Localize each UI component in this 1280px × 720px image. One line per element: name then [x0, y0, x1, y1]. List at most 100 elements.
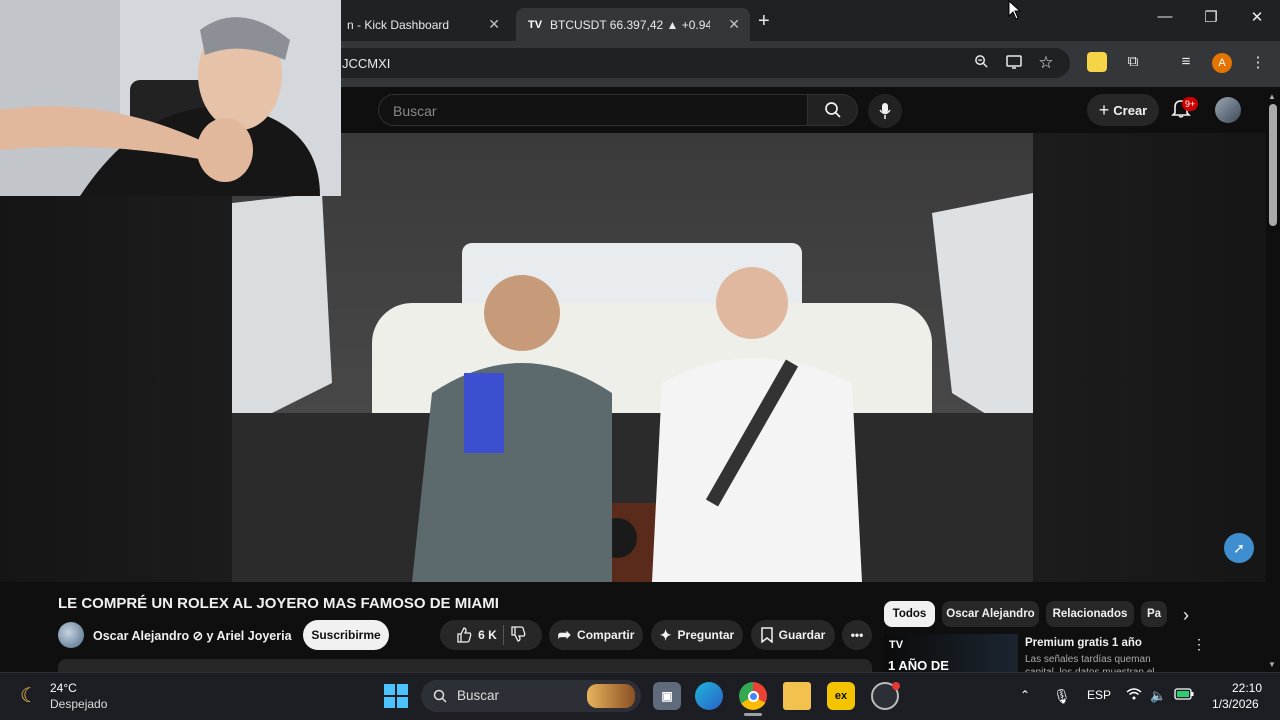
clock-time[interactable]: 22:10	[1232, 681, 1262, 695]
subscribe-button[interactable]: Suscribirme	[303, 620, 389, 650]
share-icon: ➦	[557, 627, 572, 644]
tradingview-logo: TV	[889, 639, 904, 651]
share-label: Compartir	[577, 628, 635, 642]
scrollbar-thumb[interactable]	[1269, 104, 1277, 226]
ad-thumbnail-text: 1 AÑO DE	[888, 658, 949, 673]
chevron-right-icon[interactable]: ›	[1176, 605, 1196, 626]
share-button[interactable]: ➦ Compartir	[549, 620, 643, 650]
minimize-button[interactable]: —	[1150, 8, 1180, 25]
webcam-image	[0, 0, 341, 196]
plus-icon: +	[1098, 99, 1110, 120]
url-text: JCCMXI	[342, 56, 391, 71]
weather-description[interactable]: Despejado	[50, 697, 107, 711]
webcam-overlay	[0, 0, 341, 196]
ask-label: Preguntar	[677, 628, 735, 642]
zoom-icon[interactable]	[970, 54, 992, 73]
more-vertical-icon[interactable]: ⋮	[1192, 636, 1206, 653]
clock-date[interactable]: 1/3/2026	[1212, 697, 1259, 711]
exness-app-icon[interactable]: ex	[827, 682, 855, 710]
tradingview-icon: TV	[527, 18, 543, 31]
search-placeholder: Buscar	[393, 103, 437, 119]
like-count: 6 K	[478, 628, 497, 642]
search-input[interactable]: Buscar	[378, 94, 808, 126]
moon-icon[interactable]: ☾	[20, 683, 38, 708]
dislike-button[interactable]	[510, 625, 526, 645]
bookmark-icon	[760, 627, 773, 643]
ad-thumbnail[interactable]: TV 1 AÑO DE	[884, 634, 1018, 674]
ask-button[interactable]: ✦ Preguntar	[651, 620, 743, 650]
tab-title: n - Kick Dashboard	[347, 17, 450, 32]
microphone-icon	[879, 103, 891, 119]
windows-start-button[interactable]	[384, 684, 408, 708]
sparkle-icon: ✦	[659, 626, 672, 643]
language-indicator[interactable]: ESP	[1087, 688, 1111, 702]
save-button[interactable]: Guardar	[751, 620, 835, 650]
taskbar-search[interactable]: Buscar	[421, 680, 641, 712]
divider	[502, 625, 504, 645]
search-icon	[433, 689, 447, 703]
search-icon	[824, 102, 841, 118]
media-control-icon[interactable]: ≡	[1175, 53, 1197, 70]
create-label: Crear	[1113, 102, 1148, 118]
tab-title: BTCUSDT 66.397,42 ▲ +0.94% S	[550, 17, 710, 32]
wifi-icon[interactable]	[1126, 688, 1142, 703]
more-actions-button[interactable]: •••	[842, 620, 872, 650]
notification-badge: 9+	[1182, 97, 1199, 111]
channel-avatar[interactable]	[58, 622, 84, 648]
scroll-up-arrow[interactable]: ▲	[1268, 92, 1276, 101]
chrome-center	[747, 690, 759, 702]
chevron-up-icon[interactable]: ⌃	[1020, 688, 1030, 702]
rocket-extension-button[interactable]: ➚	[1224, 533, 1254, 563]
new-tab-button[interactable]: +	[758, 10, 770, 33]
tab-kick-dashboard[interactable]: n - Kick Dashboard ✕	[335, 8, 510, 41]
mouse-cursor-icon	[1008, 0, 1022, 20]
video-title: LE COMPRÉ UN ROLEX AL JOYERO MAS FAMOSO …	[58, 595, 499, 612]
recording-dot	[892, 682, 900, 690]
microphone-icon[interactable]: 🎙	[1053, 688, 1071, 705]
thumbs-up-icon	[457, 627, 472, 643]
channel-name[interactable]: Oscar Alejandro ⊘ y Ariel Joyeria	[93, 628, 292, 643]
taskbar-search-label: Buscar	[457, 688, 500, 703]
task-view-icon[interactable]: ▣	[653, 682, 681, 710]
close-icon[interactable]: ✕	[488, 16, 500, 33]
menu-kebab-icon[interactable]: ⋮	[1247, 53, 1269, 71]
voice-search-button[interactable]	[868, 94, 902, 128]
video-frame	[232, 133, 1033, 582]
create-button[interactable]: + Crear	[1087, 94, 1159, 126]
more-horizontal-icon: •••	[850, 628, 864, 642]
tab-btcusdt[interactable]: TV BTCUSDT 66.397,42 ▲ +0.94% S ✕	[516, 8, 750, 41]
bookmark-star-icon[interactable]: ☆	[1035, 53, 1057, 73]
cast-icon[interactable]	[1003, 54, 1025, 73]
extensions-puzzle-icon[interactable]: ⧉	[1122, 53, 1144, 70]
search-highlight-image	[587, 684, 635, 708]
start-tile	[397, 684, 408, 695]
scroll-down-arrow[interactable]: ▼	[1268, 660, 1276, 669]
start-tile	[397, 697, 408, 708]
chip-channel[interactable]: Oscar Alejandro	[942, 601, 1039, 627]
edge-browser-icon[interactable]	[695, 682, 723, 710]
start-tile	[384, 697, 395, 708]
extension-icon[interactable]	[1087, 52, 1107, 72]
like-button[interactable]: 6 K	[456, 627, 497, 643]
address-bar[interactable]: JCCMXI ☆	[320, 48, 1070, 78]
account-avatar[interactable]	[1215, 97, 1241, 123]
profile-avatar[interactable]: A	[1212, 53, 1232, 73]
save-label: Guardar	[778, 628, 826, 642]
rocket-icon: ➚	[1233, 539, 1245, 556]
close-window-button[interactable]: ✕	[1242, 8, 1272, 26]
file-explorer-icon[interactable]	[783, 682, 811, 710]
active-app-indicator	[744, 713, 762, 716]
weather-temperature[interactable]: 24°C	[50, 681, 77, 695]
ad-title[interactable]: Premium gratis 1 año	[1025, 637, 1142, 649]
close-icon[interactable]: ✕	[728, 16, 740, 33]
description-box[interactable]	[58, 659, 872, 673]
chrome-browser-icon[interactable]	[739, 682, 767, 710]
restore-button[interactable]: ❐	[1196, 8, 1226, 26]
speaker-icon[interactable]: 🔈	[1150, 688, 1166, 704]
search-button[interactable]	[808, 94, 858, 126]
video-player[interactable]	[232, 133, 1033, 582]
battery-icon[interactable]	[1174, 688, 1194, 703]
chip-partial[interactable]: Pa	[1141, 601, 1167, 627]
chip-all[interactable]: Todos	[884, 601, 935, 627]
chip-related[interactable]: Relacionados	[1046, 601, 1134, 627]
